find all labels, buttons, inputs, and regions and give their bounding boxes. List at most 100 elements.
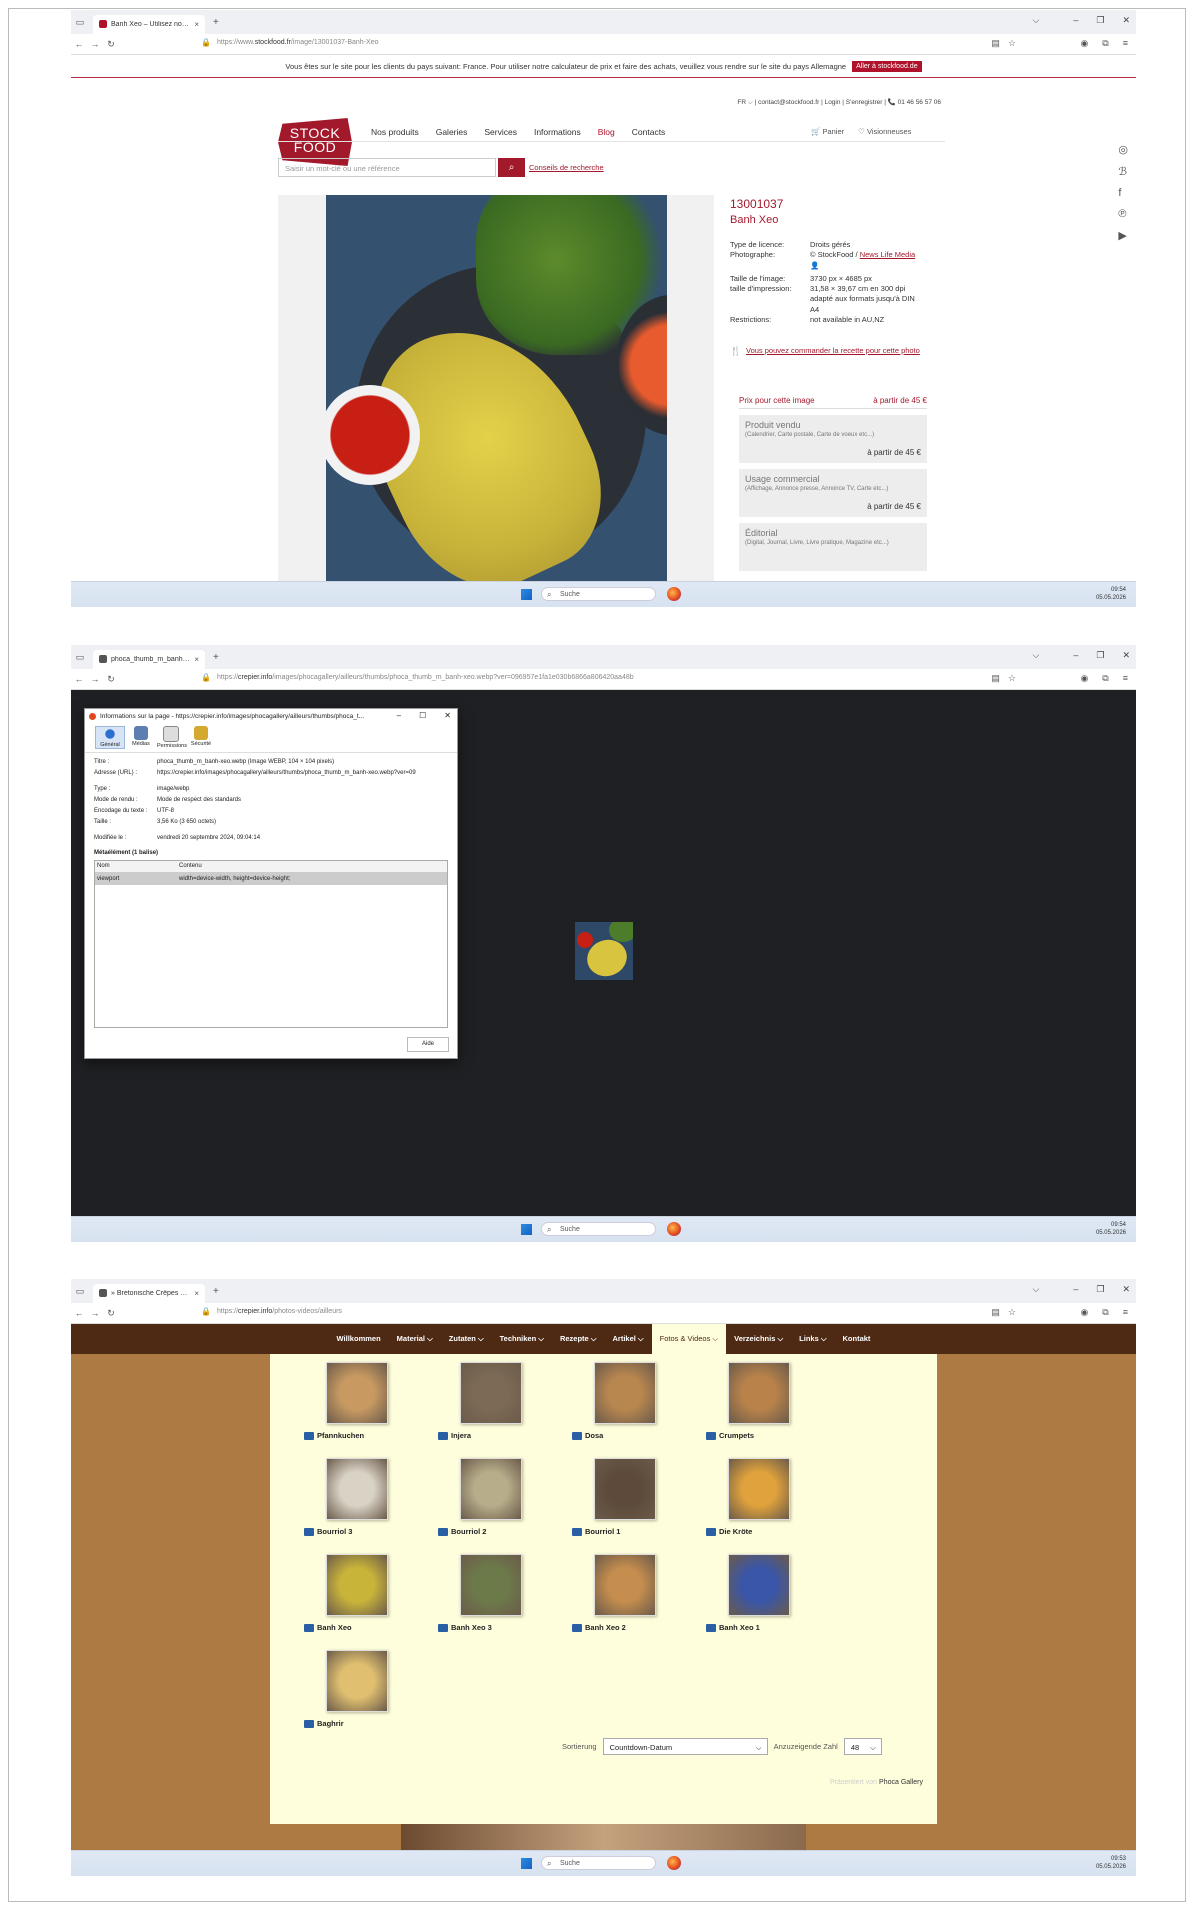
close-tab-icon[interactable]: × [194, 655, 199, 664]
reader-icon[interactable]: ▤ [991, 673, 1000, 684]
gallery-item-label[interactable]: Baghrir [317, 1719, 344, 1728]
gallery-thumbnail[interactable] [728, 1458, 790, 1520]
menu-icon[interactable]: ≡ [1123, 38, 1128, 49]
gallery-thumbnail[interactable] [594, 1554, 656, 1616]
gallery-thumbnail[interactable] [728, 1362, 790, 1424]
reload-icon[interactable]: ↻ [103, 39, 119, 50]
reader-icon[interactable]: ▤ [991, 38, 1000, 49]
taskbar-search[interactable]: ⌕ Suche [541, 1856, 656, 1870]
extensions-icon[interactable]: ⧉ [1102, 1307, 1108, 1318]
nav-material[interactable]: Material ⌵ [389, 1324, 441, 1354]
gallery-item-label[interactable]: Bourriol 2 [451, 1527, 486, 1536]
minimize-icon[interactable]: – [1073, 15, 1078, 26]
account-icon[interactable]: ◉ [1080, 1307, 1088, 1318]
close-tab-icon[interactable]: × [194, 20, 199, 29]
gallery-item[interactable]: Banh Xeo 1 [706, 1554, 826, 1632]
browser-tab[interactable]: phoca_thumb_m_banh-xeo.we × [93, 649, 205, 669]
nav-contacts[interactable]: Contacts [632, 127, 666, 137]
nav-blog[interactable]: Blog [598, 127, 615, 137]
url-field[interactable]: https://crepier.info/images/phocagallery… [217, 674, 634, 681]
nav-rezepte[interactable]: Rezepte ⌵ [552, 1324, 605, 1354]
gallery-item-label[interactable]: Banh Xeo 3 [451, 1623, 492, 1632]
forward-icon[interactable]: → [87, 1308, 103, 1318]
close-icon[interactable]: ✕ [444, 711, 451, 720]
gallery-thumbnail[interactable] [594, 1362, 656, 1424]
minimize-icon[interactable]: – [1073, 1284, 1078, 1295]
windows-start-icon[interactable] [521, 1858, 532, 1869]
pinterest-icon[interactable]: ℗ [1118, 208, 1128, 220]
gallery-item[interactable]: Banh Xeo [304, 1554, 424, 1632]
nav-willkommen[interactable]: Willkommen [329, 1324, 389, 1354]
tab-list-icon[interactable]: ▭ [71, 17, 89, 28]
gallery-item-label[interactable]: Dosa [585, 1431, 603, 1440]
count-select[interactable]: 48 ⌵ [843, 1738, 882, 1755]
gallery-thumbnail[interactable] [728, 1554, 790, 1616]
gallery-item[interactable]: Die Kröte [706, 1458, 826, 1536]
restore-icon[interactable]: ❐ [1096, 15, 1104, 26]
gallery-item[interactable]: Injera [438, 1362, 558, 1440]
nav-products[interactable]: Nos produits [371, 127, 419, 137]
gallery-item-label[interactable]: Die Kröte [719, 1527, 752, 1536]
close-icon[interactable]: ✕ [1122, 1284, 1130, 1295]
instagram-icon[interactable]: ◎ [1118, 143, 1128, 156]
nav-kontakt[interactable]: Kontakt [835, 1324, 879, 1354]
tab-security[interactable]: Sécurité [187, 726, 215, 749]
browser-tab[interactable]: Banh Xeo – Utilisez nos images × [93, 14, 205, 34]
search-input[interactable]: Saisir un mot-clé ou une référence [278, 158, 496, 177]
goto-stockfood-de-button[interactable]: Aller à stockfood.de [852, 60, 922, 72]
sort-select[interactable]: Countdown-Datum ⌵ [602, 1738, 768, 1755]
extensions-icon[interactable]: ⧉ [1102, 673, 1108, 684]
gallery-item[interactable]: Crumpets [706, 1362, 826, 1440]
reader-icon[interactable]: ▤ [991, 1307, 1000, 1318]
gallery-item[interactable]: Banh Xeo 3 [438, 1554, 558, 1632]
firefox-icon[interactable] [667, 587, 681, 601]
windows-start-icon[interactable] [521, 589, 532, 600]
facebook-icon[interactable]: f [1118, 187, 1128, 199]
minimize-icon[interactable]: – [397, 711, 401, 720]
tab-list-icon[interactable]: ▭ [71, 1286, 89, 1297]
url-field[interactable]: https://www.stockfood.fr/image/13001037-… [217, 39, 379, 46]
maximize-icon[interactable]: ☐ [419, 711, 426, 720]
youtube-icon[interactable]: ▶ [1118, 229, 1128, 242]
close-tab-icon[interactable]: × [194, 1289, 199, 1298]
search-button[interactable]: ⌕ [498, 158, 525, 177]
blog-icon[interactable]: ℬ [1118, 165, 1128, 178]
lightbox-link[interactable]: ♡ Visionneuses [858, 127, 911, 136]
reload-icon[interactable]: ↻ [103, 1308, 119, 1319]
gallery-item-label[interactable]: Banh Xeo 1 [719, 1623, 760, 1632]
gallery-item[interactable]: Bourriol 1 [572, 1458, 692, 1536]
bookmark-icon[interactable]: ☆ [1008, 38, 1016, 49]
nav-fotos-videos[interactable]: Fotos & Videos ⌵ [651, 1324, 727, 1354]
tab-permissions[interactable]: Permissions [157, 726, 187, 749]
nav-galleries[interactable]: Galeries [436, 127, 468, 137]
gallery-item[interactable]: Dosa [572, 1362, 692, 1440]
tab-list-icon[interactable]: ▭ [71, 652, 89, 663]
gallery-item-label[interactable]: Bourriol 3 [317, 1527, 352, 1536]
nav-services[interactable]: Services [484, 127, 517, 137]
chevron-down-icon[interactable]: ⌵ [1033, 15, 1040, 26]
photographer-link[interactable]: News Life Media [860, 250, 915, 259]
account-icon[interactable]: ◉ [1080, 38, 1088, 49]
gallery-item-label[interactable]: Injera [451, 1431, 471, 1440]
gallery-thumbnail[interactable] [460, 1458, 522, 1520]
top-links[interactable]: FR ⌵ | contact@stockfood.fr | Login | S'… [737, 98, 941, 107]
close-icon[interactable]: ✕ [1122, 15, 1130, 26]
gallery-thumbnail[interactable] [326, 1362, 388, 1424]
windows-start-icon[interactable] [521, 1224, 532, 1235]
thumbnail-image[interactable] [575, 922, 633, 980]
cart-link[interactable]: 🛒 Panier [811, 127, 844, 136]
gallery-thumbnail[interactable] [460, 1554, 522, 1616]
taskbar-search[interactable]: ⌕ Suche [541, 1222, 656, 1236]
phoca-gallery-link[interactable]: Phoca Gallery [879, 1779, 923, 1786]
gallery-item-label[interactable]: Bourriol 1 [585, 1527, 620, 1536]
gallery-item-label[interactable]: Banh Xeo 2 [585, 1623, 626, 1632]
back-icon[interactable]: ← [71, 39, 87, 49]
search-tips-link[interactable]: Conseils de recherche [529, 163, 604, 172]
nav-verzeichnis[interactable]: Verzeichnis ⌵ [726, 1324, 791, 1354]
gallery-item-label[interactable]: Crumpets [719, 1431, 754, 1440]
nav-techniken[interactable]: Techniken ⌵ [492, 1324, 552, 1354]
forward-icon[interactable]: → [87, 674, 103, 684]
gallery-thumbnail[interactable] [326, 1650, 388, 1712]
taskbar-search[interactable]: ⌕ Suche [541, 587, 656, 601]
table-row[interactable]: viewport width=device-width, height=devic… [95, 873, 447, 885]
